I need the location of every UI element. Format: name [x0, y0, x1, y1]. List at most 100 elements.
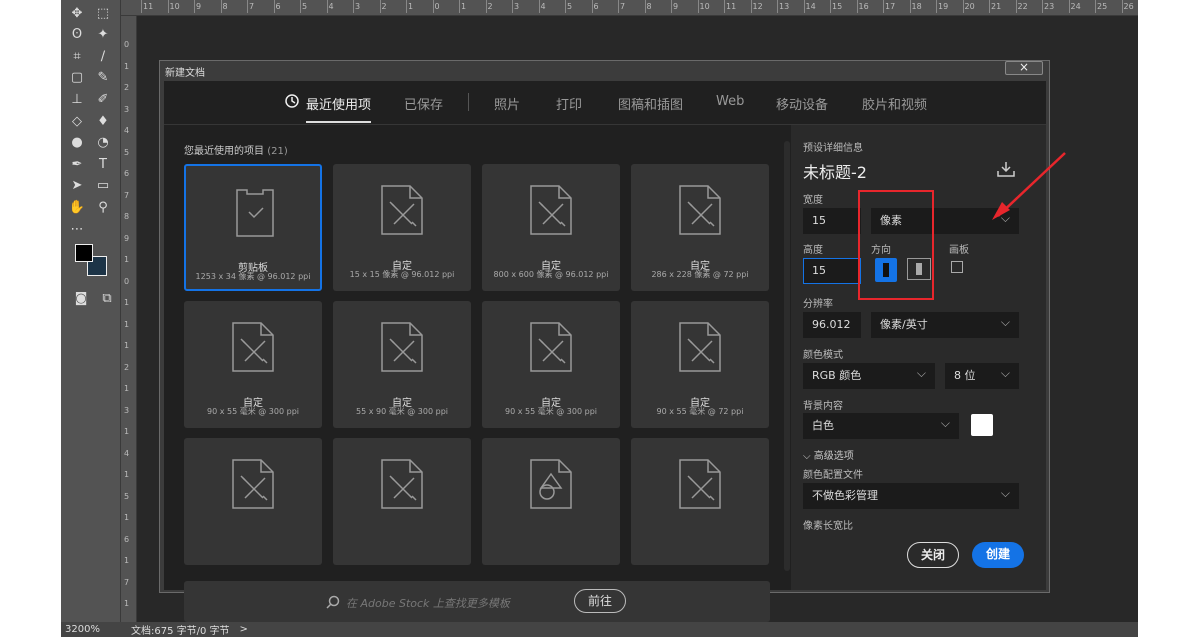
ruler-tick: 1 — [124, 556, 130, 565]
preset-card-custom[interactable]: 自定 90 x 55 毫米 @ 300 ppi — [482, 301, 620, 428]
search-input[interactable]: 在 Adobe Stock 上查找更多模板 — [346, 595, 510, 611]
preset-card-custom[interactable]: 自定 286 x 228 像素 @ 72 ppi — [631, 164, 769, 291]
close-icon[interactable]: × — [1005, 61, 1043, 75]
tab-recent[interactable]: 最近使用项 — [306, 94, 372, 123]
ruler-tick: 7 — [246, 0, 255, 13]
card-desc: 15 x 15 像素 @ 96.012 ppi — [349, 270, 455, 279]
scrollbar[interactable] — [784, 141, 790, 571]
preset-card-custom[interactable]: 自定 800 x 600 像素 @ 96.012 ppi — [482, 164, 620, 291]
ruler-tick: 22 — [1015, 0, 1028, 13]
history-brush-icon[interactable]: ✐ — [91, 88, 115, 110]
frame-tool-icon[interactable]: ▢ — [65, 67, 89, 89]
stamp-tool-icon[interactable]: ⊥ — [65, 88, 89, 110]
width-input[interactable]: 15 — [803, 208, 861, 234]
marquee-tool-icon[interactable]: ⬚ — [91, 2, 115, 24]
create-button[interactable]: 创建 — [972, 542, 1024, 568]
chevron-right-icon[interactable]: > — [230, 624, 248, 635]
tab-divider — [468, 93, 469, 111]
hand-tool-icon[interactable]: ✋ — [65, 196, 89, 218]
eyedropper-tool-icon[interactable]: ∕ — [91, 45, 115, 67]
tab-film[interactable]: 胶片和视频 — [862, 94, 927, 113]
ruler-tick: 19 — [935, 0, 949, 13]
dodge-tool-icon[interactable]: ◔ — [91, 132, 115, 154]
color-mode-select[interactable]: RGB 颜色 — [803, 361, 935, 389]
document-name[interactable]: 未标题-2 — [803, 159, 867, 183]
background-select[interactable]: 白色 — [803, 411, 959, 439]
ruler-tick: 3 — [511, 0, 520, 13]
ruler-tick: 6 — [273, 0, 281, 13]
bit-depth-select[interactable]: 8 位 — [945, 361, 1019, 389]
advanced-options-toggle[interactable]: ⌵ 高级选项 — [803, 447, 854, 462]
preset-card-custom[interactable]: 自定 90 x 55 毫米 @ 72 ppi — [631, 301, 769, 428]
ruler-tick: 1 — [124, 599, 130, 608]
ruler-tick: 1 — [124, 341, 130, 350]
magic-wand-tool-icon[interactable]: ✦ — [91, 24, 115, 46]
artboard-checkbox[interactable] — [951, 261, 963, 273]
ruler-tick: 1 — [405, 0, 414, 13]
ruler-tick: 16 — [856, 0, 869, 13]
tab-mobile[interactable]: 移动设备 — [776, 94, 828, 113]
preset-card-clipboard[interactable]: 剪贴板 1253 x 34 像素 @ 96.012 ppi — [184, 164, 322, 291]
ruler-tick: 1 — [124, 470, 130, 479]
shape-tool-icon[interactable]: ▭ — [91, 175, 115, 197]
card-desc: 800 x 600 像素 @ 96.012 ppi — [493, 270, 609, 279]
color-profile-select[interactable]: 不做色彩管理 — [803, 481, 1019, 509]
background-color-swatch[interactable] — [971, 414, 993, 436]
preset-card-custom[interactable] — [631, 438, 769, 565]
move-tool-icon[interactable]: ✥ — [65, 2, 89, 24]
background-label: 背景内容 — [803, 401, 843, 412]
ruler-tick: 11 — [140, 0, 154, 13]
preset-card-custom[interactable]: 自定 90 x 55 毫米 @ 300 ppi — [184, 301, 322, 428]
ruler-tick: 23 — [1041, 0, 1055, 13]
ruler-tick: 5 — [564, 0, 573, 13]
screen-mode-icon[interactable]: ⧉ — [95, 287, 119, 309]
more-tools-icon[interactable]: ⋯ — [65, 218, 89, 240]
clock-icon — [285, 94, 299, 108]
ruler-tick: 7 — [617, 0, 626, 13]
brush-tool-icon[interactable]: ✎ — [91, 67, 115, 89]
preset-card-custom[interactable]: 自定 55 x 90 毫米 @ 300 ppi — [333, 301, 471, 428]
tab-photo[interactable]: 照片 — [494, 94, 520, 113]
crop-tool-icon[interactable]: ⌗ — [65, 45, 89, 67]
lasso-tool-icon[interactable]: ʘ — [65, 24, 89, 46]
type-tool-icon[interactable]: T — [91, 153, 115, 175]
preset-card-custom[interactable]: 自定 15 x 15 像素 @ 96.012 ppi — [333, 164, 471, 291]
pixel-aspect-label: 像素长宽比 — [803, 521, 853, 532]
ruler-tick: 9 — [193, 0, 202, 13]
path-select-icon[interactable]: ➤ — [65, 175, 89, 197]
resolution-input[interactable]: 96.012 — [803, 312, 861, 338]
preset-card-custom[interactable] — [184, 438, 322, 565]
ruler-tick: 7 — [124, 190, 130, 200]
color-mode-label: 颜色模式 — [803, 350, 843, 361]
card-desc: 1253 x 34 像素 @ 96.012 ppi — [195, 272, 311, 281]
stock-search[interactable]: 在 Adobe Stock 上查找更多模板 前往 — [184, 581, 770, 622]
ruler-tick: 5 — [299, 0, 308, 13]
tab-print[interactable]: 打印 — [556, 94, 582, 113]
goto-button[interactable]: 前往 — [574, 589, 626, 613]
bucket-tool-icon[interactable]: ♦ — [91, 110, 115, 132]
close-button[interactable]: 关闭 — [907, 542, 959, 568]
eraser-tool-icon[interactable]: ◇ — [65, 110, 89, 132]
quickmask-icon[interactable]: ◙ — [69, 287, 93, 309]
recent-items-pane: 您最近使用的项目 (21) 剪贴板 1253 x 34 像素 @ 96.012 p… — [164, 125, 784, 622]
foreground-color-swatch[interactable] — [75, 244, 93, 262]
tab-art[interactable]: 图稿和插图 — [618, 94, 683, 113]
ruler-tick: 5 — [124, 147, 130, 157]
blur-tool-icon[interactable]: ● — [65, 132, 89, 154]
preset-card-custom[interactable] — [482, 438, 620, 565]
pen-tool-icon[interactable]: ✒ — [65, 153, 89, 175]
zoom-level[interactable]: 3200% — [61, 624, 121, 635]
ruler-tick: 3 — [124, 405, 130, 415]
zoom-tool-icon[interactable]: ⚲ — [91, 196, 115, 218]
tab-saved[interactable]: 已保存 — [404, 94, 443, 113]
height-input[interactable]: 15 — [803, 258, 861, 284]
resolution-unit-select[interactable]: 像素/英寸 — [871, 310, 1019, 338]
preset-card-custom[interactable] — [333, 438, 471, 565]
ruler-tick: 20 — [962, 0, 975, 13]
tab-web[interactable]: Web — [716, 94, 744, 109]
annotation-highlight-box — [858, 190, 934, 300]
ruler-tick: 3 — [352, 0, 361, 13]
ruler-vertical: 0123456789101112131415161718 — [121, 16, 137, 622]
ruler-tick: 8 — [644, 0, 652, 13]
ruler-tick: 1 — [124, 255, 130, 264]
